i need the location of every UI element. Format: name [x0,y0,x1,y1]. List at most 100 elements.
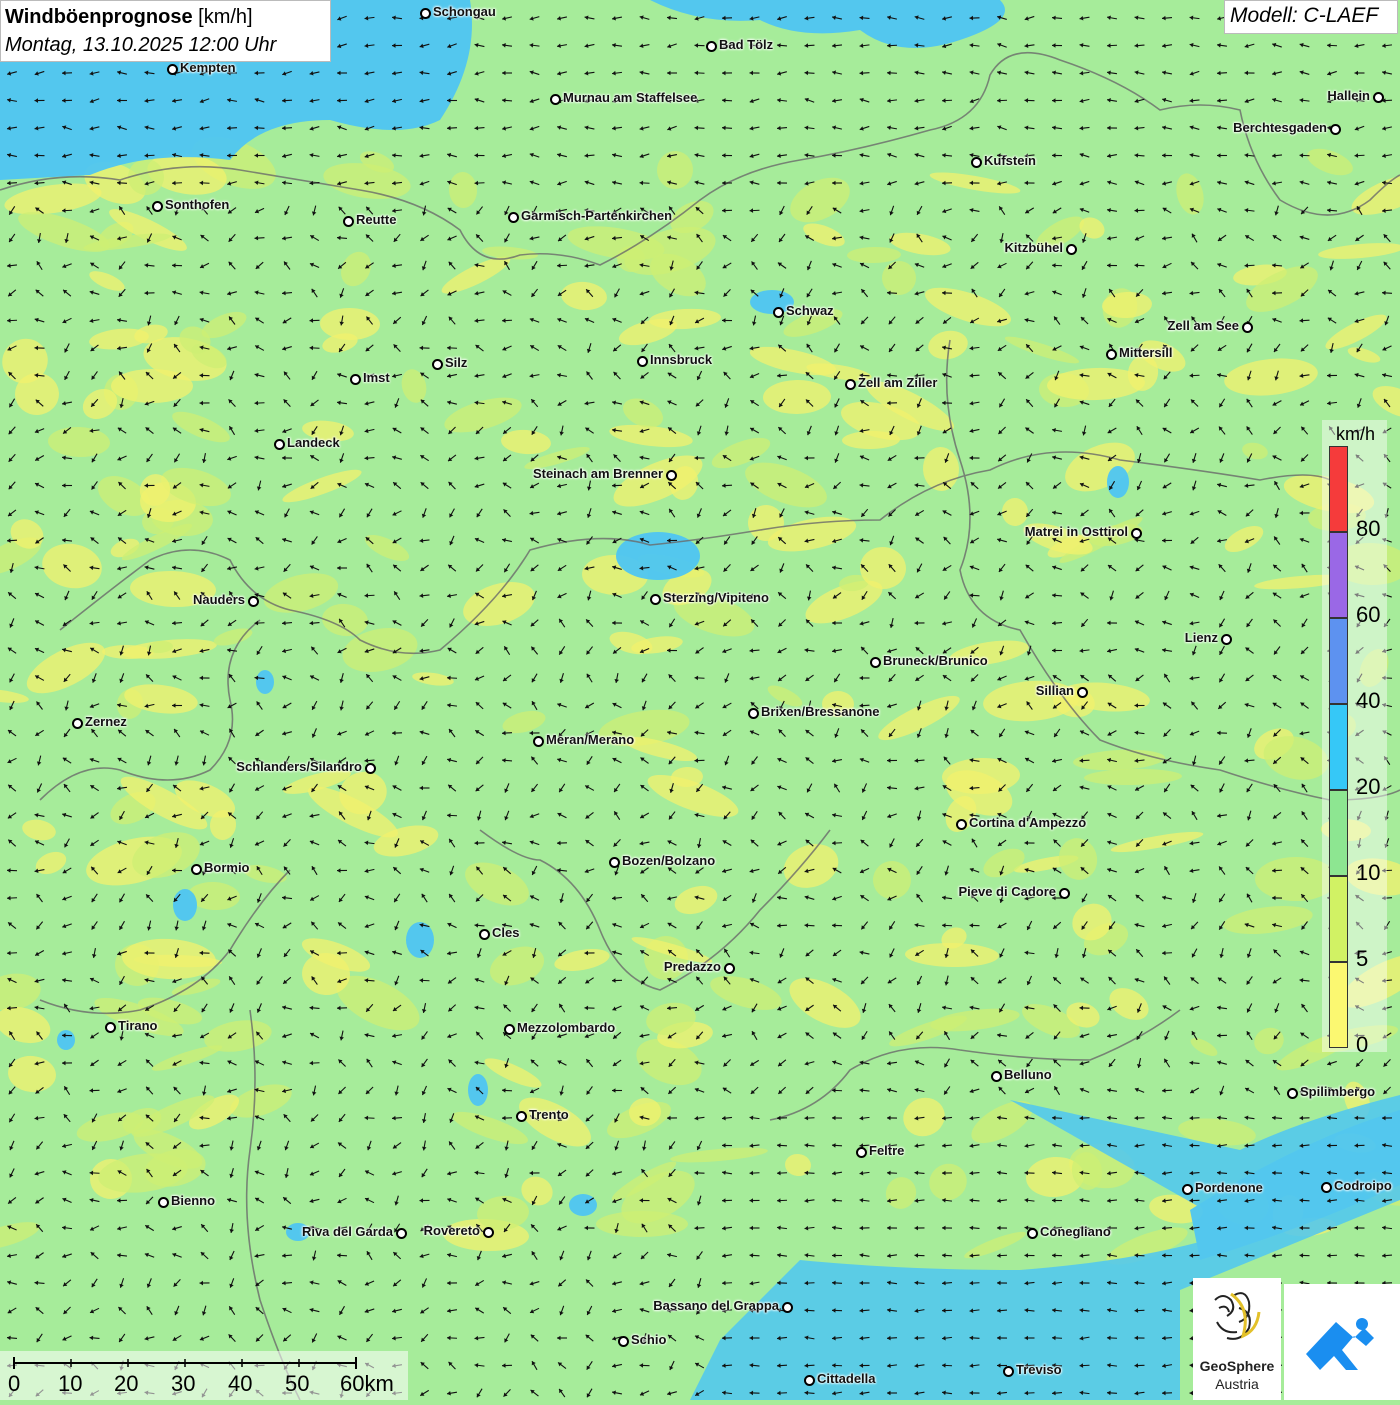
city-label: Mittersill [1119,346,1172,360]
legend-tick-label: 20 [1356,774,1380,800]
geosphere-logo[interactable]: GeoSphere Austria [1193,1278,1281,1400]
partner-logo[interactable] [1284,1284,1400,1400]
city-dot-icon [971,157,982,168]
city-dot-icon [666,470,677,481]
map-title: Windböenprognose [km/h] [5,3,326,31]
city-dot-icon [350,374,361,385]
city-label: Predazzo [664,960,721,974]
city-label: Sterzing/Vipiteno [663,591,769,605]
city-dot-icon [396,1228,407,1239]
city-dot-icon [1330,124,1341,135]
city-label: Innsbruck [650,353,712,367]
city-dot-icon [516,1111,527,1122]
city-dot-icon [650,594,661,605]
city-label: Landeck [287,436,340,450]
scale-label: 30 [171,1371,195,1397]
city-dot-icon [609,857,620,868]
city-dot-icon [1003,1366,1014,1377]
legend-band [1329,876,1348,962]
city-label: Bassano del Grappa [653,1299,779,1313]
city-dot-icon [504,1024,515,1035]
city-label: Cortina d'Ampezzo [969,816,1086,830]
scale-label: 10 [58,1371,82,1397]
city-label: Spilimbergo [1300,1085,1375,1099]
city-label: Riva del Garda [302,1225,393,1239]
geosphere-country: Austria [1193,1376,1281,1392]
geosphere-name: GeoSphere [1193,1358,1281,1374]
legend-tick-label: 80 [1356,516,1380,542]
city-label: Trento [529,1108,569,1122]
city-label: Sonthofen [165,198,229,212]
city-dot-icon [274,439,285,450]
city-label: Berchtesgaden [1233,121,1327,135]
city-label: Belluno [1004,1068,1052,1082]
city-dot-icon [508,212,519,223]
city-dot-icon [483,1227,494,1238]
legend-tick-label: 10 [1356,860,1380,886]
legend-tick-label: 40 [1356,688,1380,714]
city-dot-icon [804,1375,815,1386]
legend-band [1329,704,1348,790]
city-dot-icon [706,41,717,52]
city-label: Zell am See [1167,319,1239,333]
scale-label: 0 [8,1371,20,1397]
city-dot-icon [343,216,354,227]
model-label: Modell: C-LAEF [1224,0,1398,34]
city-label: Schio [631,1333,666,1347]
legend-band [1329,618,1348,704]
city-label: Steinach am Brenner [533,467,663,481]
city-label: Bienno [171,1194,215,1208]
city-dot-icon [1059,888,1070,899]
city-dot-icon [479,929,490,940]
legend-tick-label: 5 [1356,946,1368,972]
city-label: Schwaz [786,304,834,318]
city-dot-icon [1321,1182,1332,1193]
city-dot-icon [1106,349,1117,360]
city-label: Kufstein [984,154,1036,168]
city-label: Feltre [869,1144,904,1158]
city-label: Conegliano [1040,1225,1111,1239]
city-label: Mezzolombardo [517,1021,615,1035]
scale-label: 50 [285,1371,309,1397]
city-dot-icon [167,64,178,75]
legend-band [1329,446,1348,532]
city-label: Lienz [1185,631,1218,645]
legend-band [1329,532,1348,618]
city-label: Nauders [193,593,245,607]
city-label: Rovereto [424,1224,480,1238]
city-label: Garmisch-Partenkirchen [521,209,672,223]
title-panel: Windböenprognose [km/h] Montag, 13.10.20… [0,0,331,62]
city-label: Kitzbühel [1005,241,1064,255]
map-title-unit: [km/h] [198,6,252,28]
forecast-datetime: Montag, 13.10.2025 12:00 Uhr [5,31,326,59]
city-dot-icon [1131,528,1142,539]
city-dot-icon [105,1022,116,1033]
city-dot-icon [1287,1088,1298,1099]
city-dot-icon [1242,322,1253,333]
city-dot-icon [1373,92,1384,103]
city-label: Cittadella [817,1372,876,1386]
city-label: Zernez [85,715,127,729]
map-title-main: Windböenprognose [5,6,193,28]
city-dot-icon [773,307,784,318]
city-dot-icon [845,379,856,390]
city-label: Zell am Ziller [858,376,937,390]
city-label: Meran/Merano [546,733,634,747]
city-label: Brixen/Bressanone [761,705,880,719]
legend-tick-label: 60 [1356,602,1380,628]
legend-band [1329,962,1348,1048]
city-dot-icon [1182,1184,1193,1195]
city-dot-icon [420,8,431,19]
city-label: Pordenone [1195,1181,1263,1195]
city-label: Bormio [204,861,250,875]
city-dot-icon [1221,634,1232,645]
scale-label: 20 [114,1371,138,1397]
city-dot-icon [956,819,967,830]
city-dot-icon [158,1197,169,1208]
scale-label: 40 [228,1371,252,1397]
city-label: Tirano [118,1019,158,1033]
city-dot-icon [618,1336,629,1347]
city-dot-icon [152,201,163,212]
mountain-arrow-icon [1284,1284,1400,1400]
city-label: Pieve di Cadore [958,885,1056,899]
